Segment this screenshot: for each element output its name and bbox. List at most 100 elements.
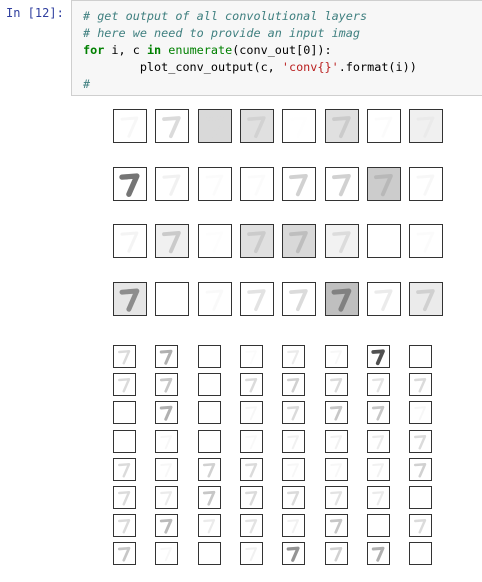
conv1-feature-map xyxy=(155,401,179,425)
conv0-feature-map xyxy=(155,281,190,316)
conv0-feature-map xyxy=(239,166,274,201)
conv1-feature-map xyxy=(197,486,221,509)
conv1-feature-map xyxy=(239,486,263,509)
conv1-feature-map xyxy=(409,373,433,397)
conv1-feature-map xyxy=(409,401,433,425)
code-cell-editor[interactable]: # get output of all convolutional layers… xyxy=(71,0,482,96)
conv0-feature-map xyxy=(197,281,232,316)
code-call-end: .format(i)) xyxy=(338,60,417,74)
conv1-feature-map xyxy=(324,542,348,566)
conv1-feature-map xyxy=(155,514,179,538)
conv1-feature-map xyxy=(366,373,390,397)
conv1-feature-map xyxy=(282,457,306,481)
cell-prompt: In [12]: xyxy=(6,6,64,20)
conv1-feature-map xyxy=(409,429,433,453)
conv1-feature-map xyxy=(282,542,306,566)
code-enumerate-args: (conv_out[0]): xyxy=(232,43,332,57)
conv1-feature-map xyxy=(197,514,221,538)
conv1-feature-map xyxy=(113,401,136,425)
conv0-feature-map xyxy=(113,224,147,258)
conv0-feature-map xyxy=(409,281,444,316)
conv0-feature-map xyxy=(239,281,274,316)
conv1-feature-map xyxy=(239,429,263,453)
conv0-feature-map xyxy=(239,109,274,143)
code-comment-2: # here we need to provide an input imag xyxy=(83,26,360,40)
conv1-feature-map xyxy=(155,486,179,509)
conv1-feature-map xyxy=(155,542,179,566)
conv1-feature-map xyxy=(324,429,348,453)
conv1-feature-map xyxy=(366,401,390,425)
conv1-feature-map xyxy=(197,345,221,368)
conv1-feature-map xyxy=(113,429,136,453)
conv1-feature-map xyxy=(282,345,306,368)
conv0-feature-map xyxy=(113,166,147,201)
code-comment-1: # get output of all convolutional layers xyxy=(83,9,368,23)
conv1-feature-map xyxy=(324,457,348,481)
conv0-feature-map xyxy=(113,281,147,316)
conv0-feature-map xyxy=(324,166,359,201)
conv0-feature-map xyxy=(366,281,401,316)
conv1-feature-map xyxy=(239,373,263,397)
conv0-feature-map xyxy=(366,224,401,258)
conv1-feature-map xyxy=(324,345,348,368)
conv1-feature-map xyxy=(324,373,348,397)
conv1-feature-map xyxy=(155,373,179,397)
conv1-feature-map xyxy=(155,429,179,453)
conv1-feature-map xyxy=(113,514,136,538)
conv1-feature-map xyxy=(366,429,390,453)
conv1-feature-map xyxy=(113,486,136,509)
conv0-feature-map xyxy=(155,166,190,201)
code-text[interactable]: # get output of all convolutional layers… xyxy=(83,8,417,93)
conv1-feature-map xyxy=(366,345,390,368)
conv0-feature-map xyxy=(324,281,359,316)
conv1-feature-map xyxy=(239,457,263,481)
cell-output xyxy=(0,100,482,582)
conv0-feature-map xyxy=(324,109,359,143)
conv0-feature-map xyxy=(366,166,401,201)
conv0-feature-map xyxy=(409,109,444,143)
conv1-feature-map xyxy=(282,486,306,509)
conv1-feature-map xyxy=(282,401,306,425)
conv0-feature-map xyxy=(282,281,317,316)
conv1-feature-map xyxy=(197,542,221,566)
conv1-feature-map xyxy=(324,486,348,509)
conv1-feature-map xyxy=(197,401,221,425)
conv1-feature-map xyxy=(282,429,306,453)
conv1-feature-map xyxy=(409,457,433,481)
conv1-feature-map xyxy=(366,457,390,481)
conv1-feature-map xyxy=(239,542,263,566)
conv0-feature-map xyxy=(282,166,317,201)
conv1-feature-map xyxy=(197,373,221,397)
conv0-feature-map xyxy=(197,224,232,258)
conv1-feature-map xyxy=(239,514,263,538)
conv0-feature-map xyxy=(113,109,147,143)
conv0-feature-map xyxy=(155,224,190,258)
conv1-feature-map xyxy=(113,457,136,481)
conv1-feature-map xyxy=(197,457,221,481)
conv1-feature-map xyxy=(324,401,348,425)
conv0-feature-map xyxy=(197,166,232,201)
conv1-feature-map xyxy=(113,542,136,566)
conv1-feature-map xyxy=(155,345,179,368)
conv0-feature-map xyxy=(409,166,444,201)
conv1-feature-map xyxy=(409,542,433,566)
conv1-feature-map xyxy=(239,401,263,425)
conv1-feature-map xyxy=(197,429,221,453)
conv0-feature-map xyxy=(366,109,401,143)
conv1-feature-map xyxy=(282,373,306,397)
conv1-feature-map xyxy=(282,514,306,538)
conv0-feature-map xyxy=(324,224,359,258)
conv0-feature-map xyxy=(409,224,444,258)
conv1-feature-map xyxy=(239,345,263,368)
code-for-keyword: for xyxy=(83,43,105,57)
conv0-feature-map xyxy=(282,224,317,258)
conv1-feature-map xyxy=(113,373,136,397)
code-enumerate: enumerate xyxy=(168,43,233,57)
conv1-feature-map xyxy=(324,514,348,538)
conv1-feature-map xyxy=(409,514,433,538)
conv0-feature-map xyxy=(197,109,232,143)
conv1-feature-map xyxy=(155,457,179,481)
conv0-feature-map xyxy=(155,109,190,143)
code-string-literal: 'conv{}' xyxy=(281,60,339,74)
